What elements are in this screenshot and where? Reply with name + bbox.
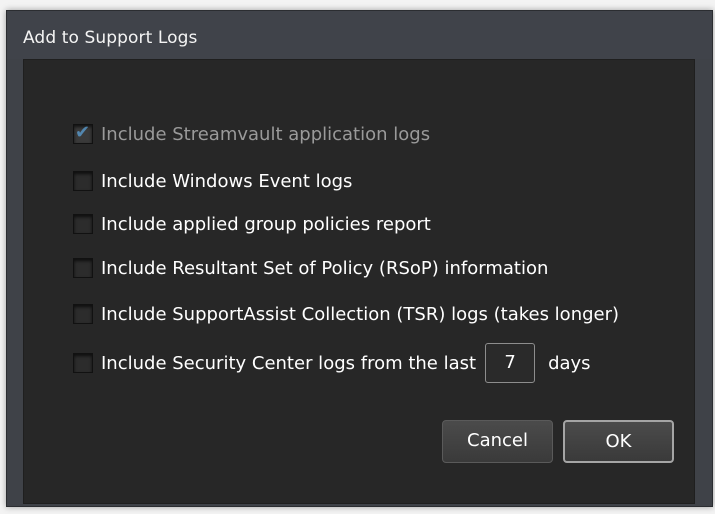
- ok-button[interactable]: OK: [563, 420, 674, 463]
- dialog-titlebar[interactable]: Add to Support Logs: [7, 11, 712, 59]
- add-to-support-logs-dialog: Add to Support Logs ✔ Include Streamvaul…: [6, 10, 713, 507]
- cancel-button[interactable]: Cancel: [442, 420, 553, 463]
- option-label: Include Windows Event logs: [101, 170, 353, 192]
- dialog-title: Add to Support Logs: [23, 28, 198, 48]
- checkmark-icon: ✔: [75, 122, 91, 143]
- option-windows-event-logs[interactable]: Include Windows Event logs: [73, 168, 352, 194]
- option-label: Include SupportAssist Collection (TSR) l…: [101, 303, 620, 325]
- windows-event-logs-checkbox[interactable]: [73, 171, 93, 191]
- group-policies-report-checkbox[interactable]: [73, 214, 93, 234]
- days-input[interactable]: 7: [485, 343, 536, 383]
- option-label: Include Resultant Set of Policy (RSoP) i…: [101, 257, 549, 279]
- rsop-information-checkbox[interactable]: [73, 258, 93, 278]
- option-label: Include Streamvault application logs: [101, 123, 431, 145]
- option-rsop-information[interactable]: Include Resultant Set of Policy (RSoP) i…: [73, 255, 548, 281]
- dialog-content: ✔ Include Streamvault application logs I…: [23, 59, 695, 504]
- tsr-logs-checkbox[interactable]: [73, 304, 93, 324]
- option-tsr-logs[interactable]: Include SupportAssist Collection (TSR) l…: [73, 301, 619, 327]
- option-security-center-logs[interactable]: Include Security Center logs from the la…: [73, 343, 591, 383]
- option-group-policies-report[interactable]: Include applied group policies report: [73, 211, 431, 237]
- security-center-logs-checkbox[interactable]: [73, 353, 93, 373]
- days-label: days: [548, 352, 591, 374]
- option-label: Include Security Center logs from the la…: [101, 352, 477, 374]
- option-label: Include applied group policies report: [101, 213, 431, 235]
- option-streamvault-logs: ✔ Include Streamvault application logs: [73, 121, 430, 147]
- streamvault-logs-checkbox: ✔: [73, 122, 93, 144]
